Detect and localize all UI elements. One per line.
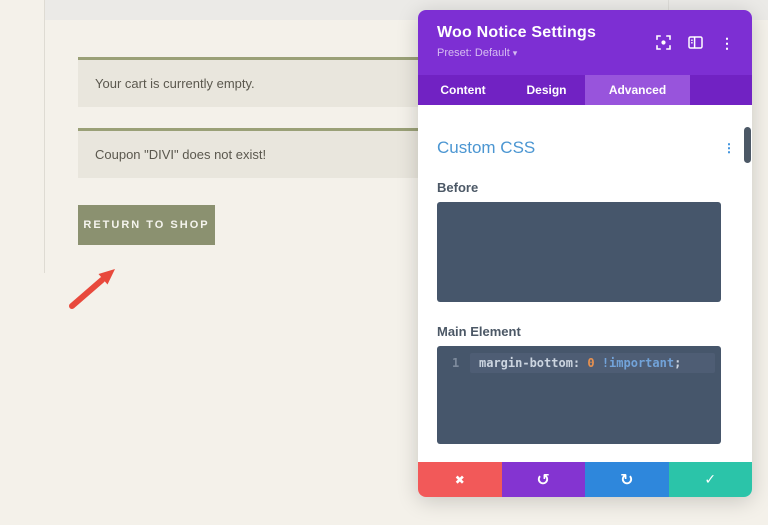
css-input-before[interactable] (437, 202, 721, 302)
annotation-arrow (66, 264, 120, 310)
options-menu-icon[interactable]: ⋮ (720, 36, 734, 50)
section-title-custom-css: Custom CSS (437, 138, 721, 158)
modal-header[interactable]: Woo Notice Settings Preset: Default▾ (418, 10, 752, 75)
notice-text: Coupon "DIVI" does not exist! (95, 147, 266, 162)
undo-button[interactable]: ↺ (502, 462, 586, 497)
tab-content[interactable]: Content (418, 75, 508, 105)
code-keyword: !important (595, 356, 674, 370)
arrow-icon (66, 264, 120, 310)
scrollbar-thumb[interactable] (744, 127, 751, 163)
code-number: 0 (587, 356, 594, 370)
modal-header-actions: ⋮ (656, 35, 734, 50)
woo-notice-settings-modal: Woo Notice Settings Preset: Default▾ (418, 10, 752, 497)
chevron-down-icon: ▾ (513, 48, 518, 58)
return-to-shop-button[interactable]: RETURN TO SHOP (78, 205, 215, 245)
css-input-main-element[interactable]: 1 margin-bottom: 0 !important; (437, 346, 721, 444)
section-options-icon[interactable]: ⋮ (723, 142, 735, 154)
notice-text: Your cart is currently empty. (95, 76, 255, 91)
code-property: margin-bottom: (479, 356, 587, 370)
tab-design[interactable]: Design (508, 75, 585, 105)
preset-label: Preset: Default (437, 47, 510, 59)
code-semicolon: ; (674, 356, 681, 370)
field-label-main-element: Main Element (437, 324, 721, 339)
close-icon: ✖ (455, 473, 465, 487)
modal-content: Custom CSS ⋮ Before Main Element 1 margi… (418, 105, 752, 462)
save-button[interactable]: ✓ (669, 462, 753, 497)
code-line: 1 margin-bottom: 0 !important; (437, 353, 721, 373)
undo-icon: ↺ (537, 470, 550, 489)
discard-button[interactable]: ✖ (418, 462, 502, 497)
line-number: 1 (437, 353, 470, 373)
focus-preview-icon[interactable] (656, 35, 671, 50)
redo-icon: ↻ (620, 470, 633, 489)
code-line-text[interactable]: margin-bottom: 0 !important; (470, 353, 715, 373)
column-guide-line-right (668, 0, 669, 10)
field-label-before: Before (437, 180, 721, 195)
check-icon: ✓ (704, 472, 716, 488)
column-guide-line (44, 0, 45, 273)
redo-button[interactable]: ↻ (585, 462, 669, 497)
preset-dropdown[interactable]: Preset: Default▾ (437, 47, 517, 59)
modal-tab-bar: Content Design Advanced (418, 75, 752, 105)
tab-advanced[interactable]: Advanced (585, 75, 690, 105)
split-view-icon[interactable] (688, 36, 703, 49)
modal-footer: ✖ ↺ ↻ ✓ (418, 462, 752, 497)
